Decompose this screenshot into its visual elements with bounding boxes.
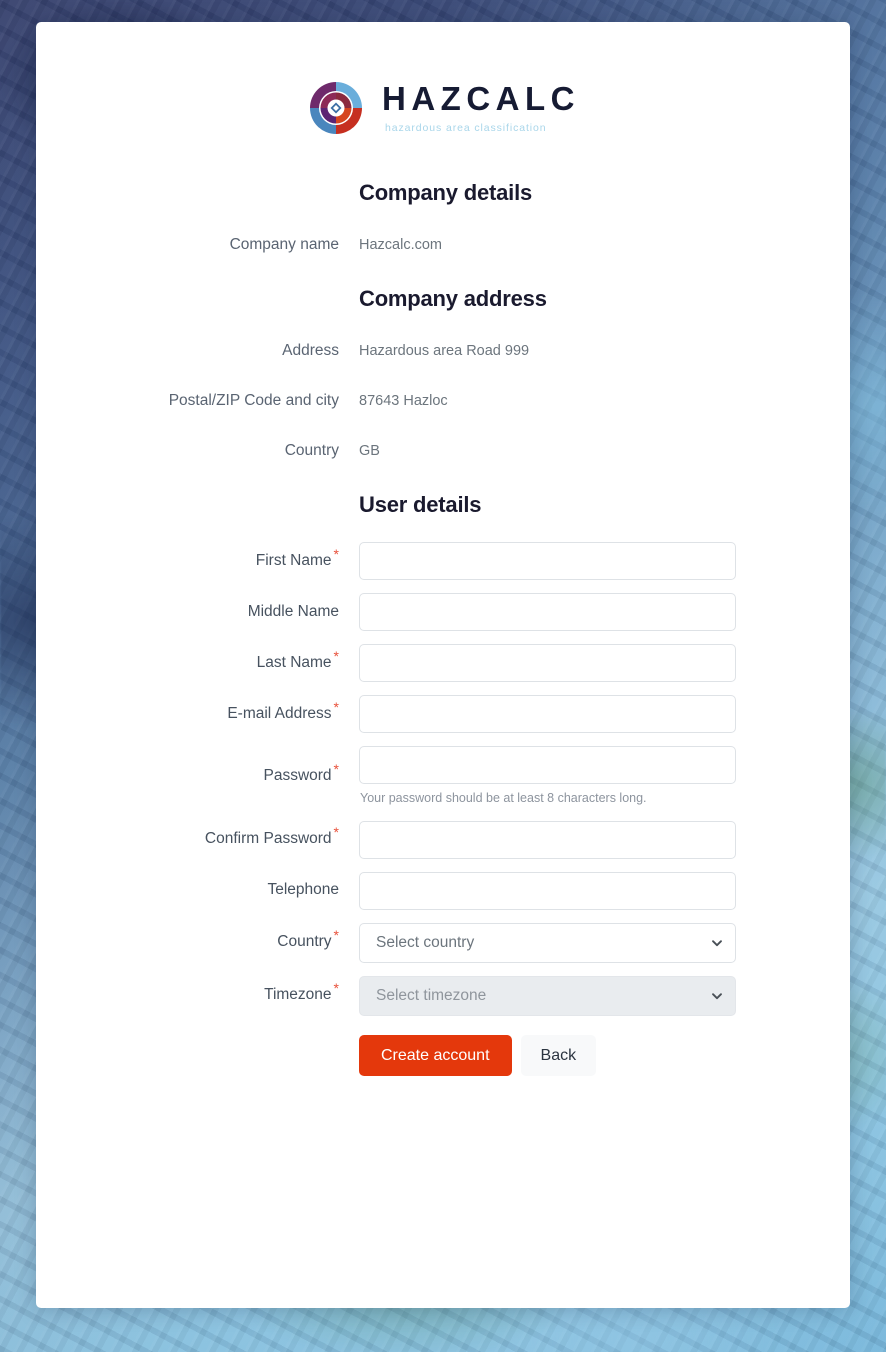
telephone-input[interactable] xyxy=(359,871,736,910)
label-first-name: First Name * xyxy=(255,545,339,569)
user-details-heading: User details xyxy=(359,492,482,517)
company-details-heading: Company details xyxy=(359,180,533,205)
brand-tagline: hazardous area classification xyxy=(385,122,547,134)
first-name-input[interactable] xyxy=(359,542,736,580)
back-button[interactable]: Back xyxy=(520,1034,597,1076)
info-row-postal-city: Postal/ZIP Code and city 87643 Hazloc xyxy=(96,392,790,410)
required-marker: * xyxy=(333,824,339,841)
confirm-password-input[interactable] xyxy=(359,820,736,859)
email-input[interactable] xyxy=(359,695,736,733)
label-postal-city: Postal/ZIP Code and city xyxy=(168,392,339,409)
form-row-first-name: First Name * xyxy=(96,542,790,580)
info-row-country: Country GB xyxy=(96,442,790,460)
form-row-password: Password * Your password should be at lea… xyxy=(96,746,790,808)
country-select[interactable]: Select country xyxy=(359,922,736,963)
value-country: GB xyxy=(359,443,380,459)
required-marker: * xyxy=(333,698,339,715)
required-marker: * xyxy=(333,761,339,778)
timezone-select[interactable]: Select timezone xyxy=(359,975,736,1016)
required-marker: * xyxy=(333,545,339,562)
registration-card: HAZCALC hazardous area classification Co… xyxy=(36,22,850,1308)
info-row-address: Address Hazardous area Road 999 xyxy=(96,342,790,360)
hazcalc-target-logo-icon xyxy=(310,82,362,134)
label-timezone-select: Timezone * xyxy=(264,980,339,1004)
form-row-email: E-mail Address * xyxy=(96,695,790,733)
label-country: Country xyxy=(284,442,339,459)
value-company-name: Hazcalc.com xyxy=(359,237,442,253)
required-marker: * xyxy=(333,647,339,664)
form-row-timezone-select: Timezone * Select timezone xyxy=(96,975,790,1016)
label-country-select: Country * xyxy=(277,927,339,951)
middle-name-input[interactable] xyxy=(359,593,736,631)
password-help-text: Your password should be at least 8 chara… xyxy=(360,791,647,805)
info-row-company-name: Company name Hazcalc.com xyxy=(96,236,790,254)
brand-logo: HAZCALC hazardous area classification xyxy=(96,78,790,138)
required-marker: * xyxy=(333,980,339,997)
label-middle-name: Middle Name xyxy=(247,602,339,620)
create-account-button[interactable]: Create account xyxy=(359,1034,512,1076)
value-postal-city: 87643 Hazloc xyxy=(359,393,448,409)
form-row-middle-name: Middle Name xyxy=(96,593,790,631)
form-actions: Create account Back xyxy=(359,1034,790,1076)
label-password: Password * xyxy=(263,761,339,785)
label-email: E-mail Address * xyxy=(227,698,339,722)
label-address: Address xyxy=(282,342,339,359)
form-row-confirm-password: Confirm Password * xyxy=(96,820,790,859)
label-confirm-password: Confirm Password * xyxy=(204,824,339,848)
label-last-name: Last Name * xyxy=(256,647,339,671)
last-name-input[interactable] xyxy=(359,644,736,682)
form-row-telephone: Telephone xyxy=(96,871,790,910)
label-company-name: Company name xyxy=(229,236,339,253)
form-row-country-select: Country * Select country xyxy=(96,922,790,963)
required-marker: * xyxy=(333,927,339,944)
form-row-last-name: Last Name * xyxy=(96,644,790,682)
value-address: Hazardous area Road 999 xyxy=(359,343,530,359)
label-telephone: Telephone xyxy=(267,881,339,899)
brand-wordmark: HAZCALC xyxy=(382,80,580,117)
company-address-heading: Company address xyxy=(359,286,547,311)
password-input[interactable] xyxy=(359,746,736,784)
